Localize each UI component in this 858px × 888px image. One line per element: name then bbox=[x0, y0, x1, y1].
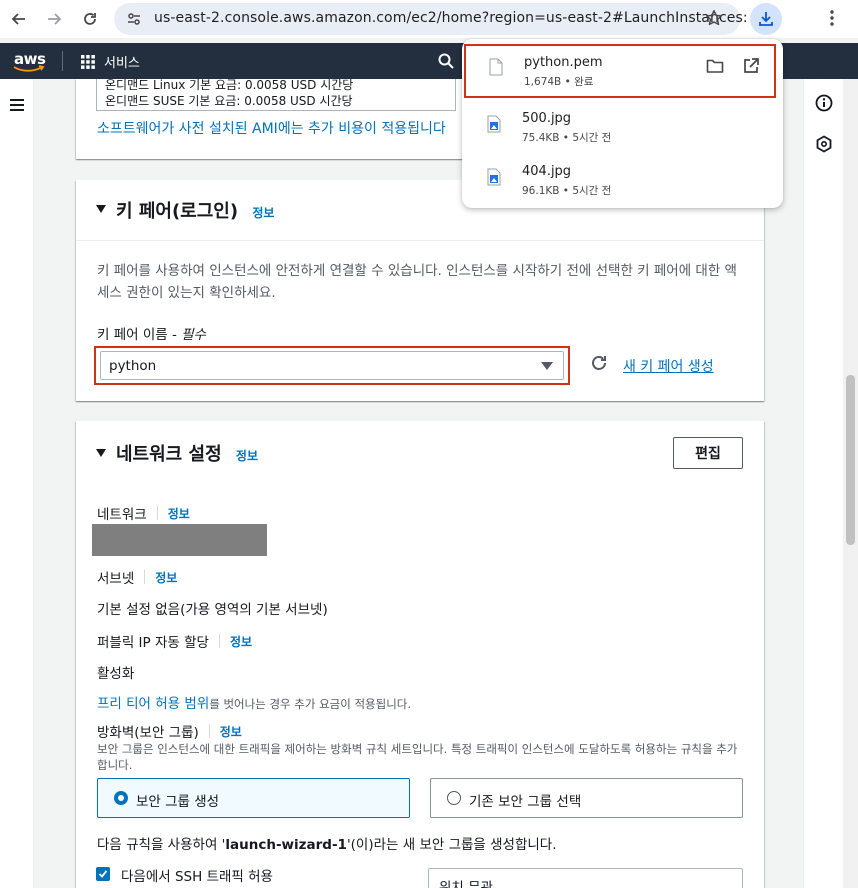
file-icon bbox=[489, 58, 503, 80]
search-icon[interactable] bbox=[438, 53, 454, 73]
services-label: 서비스 bbox=[104, 56, 140, 71]
price-suse: 온디맨드 SUSE 기본 요금: 0.0058 USD 시간당 bbox=[105, 94, 353, 108]
bookmark-star-icon[interactable] bbox=[705, 9, 723, 31]
aws-smile-icon bbox=[13, 65, 45, 72]
collapse-caret-icon[interactable] bbox=[96, 205, 106, 213]
key-pair-description: 키 페어를 사용하여 인스턴스에 안전하게 연결할 수 있습니다. 인스턴스를 … bbox=[97, 263, 737, 301]
download-item[interactable]: 404.jpg 96.1KB • 5시간 전 bbox=[462, 154, 783, 206]
security-group-create-note: 다음 규칙을 사용하여 'launch-wizard-1'(이)라는 새 보안 … bbox=[97, 837, 557, 853]
reload-button[interactable] bbox=[79, 8, 101, 30]
hamburger-menu-icon[interactable] bbox=[9, 97, 25, 116]
network-header: 네트워크 설정 정보 편집 bbox=[76, 421, 764, 485]
services-menu[interactable]: 서비스 bbox=[80, 52, 140, 71]
downloads-button[interactable] bbox=[750, 3, 782, 35]
scrollbar-thumb[interactable] bbox=[846, 375, 855, 545]
back-button[interactable] bbox=[8, 8, 30, 30]
key-pair-info-link[interactable]: 정보 bbox=[252, 206, 274, 220]
edit-button[interactable]: 편집 bbox=[673, 437, 743, 469]
right-tools-rail bbox=[803, 79, 843, 888]
ssh-checkbox[interactable] bbox=[96, 867, 110, 881]
key-pair-title: 키 페어(로그인) bbox=[116, 201, 239, 222]
subnet-label: 서브넷 정보 bbox=[97, 570, 178, 587]
create-key-pair-link[interactable]: 새 키 페어 생성 bbox=[623, 356, 714, 376]
open-external-icon[interactable] bbox=[742, 57, 760, 79]
download-item[interactable]: python.pem 1,674B • 완료 bbox=[464, 44, 776, 98]
subnet-value: 기본 설정 없음(가용 영역의 기본 서브넷) bbox=[97, 602, 328, 618]
network-info-link[interactable]: 정보 bbox=[236, 449, 258, 463]
refresh-icon[interactable] bbox=[590, 354, 608, 376]
network-label: 네트워크 정보 bbox=[97, 506, 190, 523]
public-ip-value: 활성화 bbox=[97, 666, 135, 682]
image-file-icon bbox=[487, 115, 501, 137]
reload-icon bbox=[84, 13, 96, 25]
info-panel-icon[interactable] bbox=[815, 94, 833, 116]
url-text: us-east-2.console.aws.amazon.com/ec2/hom… bbox=[154, 10, 748, 26]
page-scrollbar[interactable] bbox=[843, 79, 858, 888]
download-icon bbox=[759, 12, 773, 26]
key-pair-highlight: python bbox=[94, 346, 570, 385]
browser-toolbar: us-east-2.console.aws.amazon.com/ec2/hom… bbox=[0, 0, 858, 38]
price-linux: 온디맨드 Linux 기본 요금: 0.0058 USD 시간당 bbox=[105, 78, 354, 92]
free-tier-note: 프리 티어 허용 범위를 벗어나는 경우 추가 요금이 적용됩니다. bbox=[97, 696, 412, 712]
radio-selected-icon bbox=[114, 791, 128, 805]
aws-logo[interactable]: aws bbox=[13, 50, 46, 72]
left-nav-rail bbox=[0, 79, 34, 888]
create-security-group-option[interactable]: 보안 그룹 생성 bbox=[97, 778, 410, 818]
site-info-icon[interactable] bbox=[126, 11, 142, 31]
forward-arrow-icon bbox=[48, 13, 62, 25]
forward-button[interactable] bbox=[43, 8, 65, 30]
back-arrow-icon bbox=[11, 13, 25, 25]
grid-icon bbox=[81, 54, 95, 69]
firewall-label: 방화벽(보안 그룹) 정보 bbox=[97, 724, 242, 741]
firewall-description: 보안 그룹은 인스턴스에 대한 트래픽을 제어하는 방화벽 규칙 세트입니다. … bbox=[97, 742, 738, 772]
key-pair-name-label: 키 페어 이름 - 필수 bbox=[97, 327, 206, 343]
ssh-source-select[interactable]: 위치 무관 bbox=[428, 868, 743, 888]
collapse-caret-icon[interactable] bbox=[96, 449, 106, 457]
address-bar[interactable]: us-east-2.console.aws.amazon.com/ec2/hom… bbox=[114, 3, 748, 35]
network-settings-panel: 네트워크 설정 정보 편집 네트워크 정보 서브넷 정보 기본 설정 없음(가용 영… bbox=[76, 421, 764, 888]
browser-menu-icon[interactable] bbox=[830, 9, 834, 31]
free-tier-link[interactable]: 프리 티어 허용 범위 bbox=[97, 696, 209, 712]
network-value-redacted bbox=[92, 524, 267, 556]
image-file-icon bbox=[487, 168, 501, 190]
feedback-hex-icon[interactable] bbox=[815, 135, 833, 157]
key-pair-select-value: python bbox=[109, 358, 157, 374]
downloads-popup: python.pem 1,674B • 완료 500.jpg 75.4KB • … bbox=[462, 39, 783, 208]
ssh-label: 다음에서 SSH 트래픽 허용 bbox=[121, 869, 273, 885]
network-title: 네트워크 설정 bbox=[116, 444, 222, 465]
key-pair-panel: 키 페어(로그인) 정보 키 페어를 사용하여 인스턴스에 안전하게 연결할 수… bbox=[76, 180, 764, 401]
radio-empty-icon bbox=[447, 791, 461, 805]
ami-cost-link[interactable]: 소프트웨어가 사전 설치된 AMI에는 추가 비용이 적용됩니다 bbox=[97, 118, 446, 138]
existing-security-group-option[interactable]: 기존 보안 그룹 선택 bbox=[430, 778, 743, 818]
key-pair-select[interactable]: python bbox=[100, 351, 564, 380]
folder-icon[interactable] bbox=[706, 58, 724, 78]
checkmark-icon bbox=[98, 870, 108, 878]
download-item[interactable]: 500.jpg 75.4KB • 5시간 전 bbox=[462, 101, 783, 153]
pricing-box: 온디맨드 Linux 기본 요금: 0.0058 USD 시간당 온디맨드 SU… bbox=[96, 78, 456, 111]
public-ip-label: 퍼블릭 IP 자동 할당 정보 bbox=[97, 634, 253, 651]
dropdown-caret-icon bbox=[541, 362, 553, 370]
